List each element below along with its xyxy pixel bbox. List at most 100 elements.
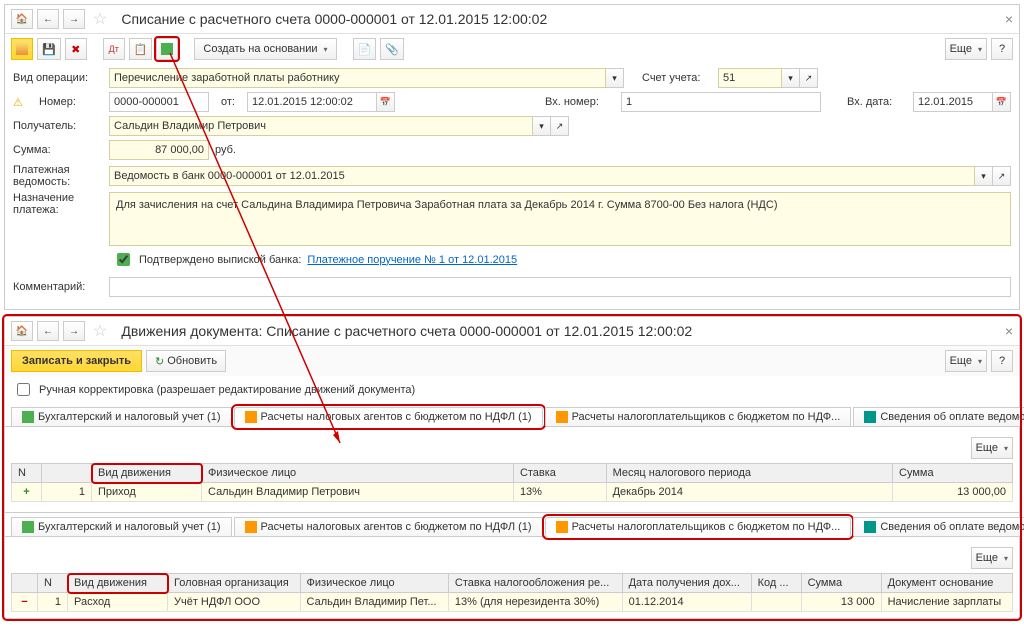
tab-ndfl-agents-2[interactable]: Расчеты налоговых агентов с бюджетом по …	[234, 517, 543, 536]
tab-icon	[556, 411, 568, 423]
tab-icon	[22, 411, 34, 423]
amount-label: Сумма:	[13, 144, 103, 156]
operation-input[interactable]: Перечисление заработной платы работнику	[109, 68, 606, 88]
in-number-label: Вх. номер:	[545, 96, 615, 108]
col-org[interactable]: Головная организация	[168, 574, 301, 593]
attach-button[interactable]: 📎	[380, 38, 404, 60]
account-dropdown[interactable]: ▾	[782, 68, 800, 88]
print-button[interactable]: 📄	[353, 38, 377, 60]
amount-input[interactable]: 87 000,00	[109, 140, 209, 160]
vedomost-input[interactable]: Ведомость в банк 0000-000001 от 12.01.20…	[109, 166, 975, 186]
back-button-2[interactable]: ←	[37, 321, 59, 341]
account-open[interactable]: ↗	[800, 68, 818, 88]
tabs-row-2: Бухгалтерский и налоговый учет (1) Расче…	[5, 512, 1019, 537]
table-row[interactable]: − 1 Расход Учёт НДФЛ ООО Сальдин Владими…	[12, 593, 1013, 612]
help-button[interactable]: ?	[991, 38, 1013, 60]
more-button[interactable]: Еще	[945, 38, 987, 60]
close-button-2[interactable]: ×	[1005, 323, 1013, 339]
table1-more[interactable]: Еще	[971, 437, 1013, 459]
account-label: Счет учета:	[642, 72, 712, 84]
col-n[interactable]: N	[12, 464, 42, 483]
favorite-icon[interactable]: ☆	[93, 9, 107, 29]
table-row[interactable]: + 1 Приход Сальдин Владимир Петрович 13%…	[12, 483, 1013, 502]
home-button-2[interactable]: 🏠	[11, 321, 33, 341]
operation-dropdown[interactable]: ▾	[606, 68, 624, 88]
col-sum[interactable]: Сумма	[801, 574, 881, 593]
tab-accounting[interactable]: Бухгалтерский и налоговый учет (1)	[11, 407, 232, 426]
col-doc[interactable]: Документ основание	[881, 574, 1012, 593]
manual-edit-row: Ручная корректировка (разрешает редактир…	[5, 376, 1019, 403]
window-title: Списание с расчетного счета 0000-000001 …	[121, 11, 1000, 27]
dt-kt-button[interactable]: Дт	[103, 38, 125, 60]
tab-payment-info-2[interactable]: Сведения об оплате ведомостей на выплату…	[853, 517, 1024, 536]
col-sum[interactable]: Сумма	[893, 464, 1013, 483]
form-body: Вид операции: Перечисление заработной пл…	[5, 64, 1019, 309]
vedomost-open[interactable]: ↗	[993, 166, 1011, 186]
purpose-textarea[interactable]: Для зачисления на счет Сальдина Владимир…	[109, 192, 1011, 246]
col-stavka[interactable]: Ставка налогообложения ре...	[448, 574, 622, 593]
table2-more[interactable]: Еще	[971, 547, 1013, 569]
cancel-post-button[interactable]: ✖	[65, 38, 87, 60]
manual-label: Ручная корректировка (разрешает редактир…	[39, 384, 415, 396]
tab-accounting-2[interactable]: Бухгалтерский и налоговый учет (1)	[11, 517, 232, 536]
favorite-icon-2[interactable]: ☆	[93, 321, 107, 341]
col-month[interactable]: Месяц налогового периода	[606, 464, 892, 483]
in-date-label: Вх. дата:	[847, 96, 907, 108]
table2-wrap: Еще N Вид движения Головная организация …	[5, 537, 1019, 618]
tab-ndfl-payers[interactable]: Расчеты налогоплательщиков с бюджетом по…	[545, 407, 852, 426]
back-button[interactable]: ←	[37, 9, 59, 29]
table1-wrap: Еще N Вид движения Физическое лицо Ставк…	[5, 427, 1019, 508]
currency-label: руб.	[215, 144, 236, 156]
help-button-2[interactable]: ?	[991, 350, 1013, 372]
recipient-open[interactable]: ↗	[551, 116, 569, 136]
post-button[interactable]	[11, 38, 33, 60]
col-n[interactable]: N	[38, 574, 68, 593]
home-button[interactable]: 🏠	[11, 9, 33, 29]
col-date[interactable]: Дата получения дох...	[622, 574, 751, 593]
save-close-button[interactable]: Записать и закрыть	[11, 350, 142, 372]
account-input[interactable]: 51	[718, 68, 782, 88]
vedomost-label: Платежная ведомость:	[13, 164, 103, 188]
more-button-2[interactable]: Еще	[945, 350, 987, 372]
col-vid[interactable]: Вид движения	[92, 464, 202, 483]
table-2: N Вид движения Головная организация Физи…	[11, 573, 1013, 612]
col-fiz[interactable]: Физическое лицо	[202, 464, 514, 483]
movements-button[interactable]	[156, 38, 178, 60]
main-toolbar: 💾 ✖ Дт 📋 Создать на основании 📄 📎 Еще ?	[5, 34, 1019, 64]
tab-payment-info[interactable]: Сведения об оплате ведомостей на выплату…	[853, 407, 1024, 426]
confirmed-label: Подтверждено выпиской банка:	[139, 254, 301, 266]
create-based-button[interactable]: Создать на основании	[194, 38, 336, 60]
confirmed-checkbox[interactable]	[117, 253, 130, 266]
date-input[interactable]: 12.01.2015 12:00:02	[247, 92, 377, 112]
in-date-input[interactable]: 12.01.2015	[913, 92, 993, 112]
forward-button[interactable]: →	[63, 9, 85, 29]
date-from-label: от:	[221, 96, 235, 108]
tab-icon	[864, 411, 876, 423]
recipient-dropdown[interactable]: ▾	[533, 116, 551, 136]
in-number-input[interactable]: 1	[621, 92, 821, 112]
manual-checkbox[interactable]	[17, 383, 30, 396]
col-kod[interactable]: Код ...	[751, 574, 801, 593]
tab-ndfl-agents[interactable]: Расчеты налоговых агентов с бюджетом по …	[234, 407, 543, 427]
comment-input[interactable]	[109, 277, 1011, 297]
payment-order-link[interactable]: Платежное поручение № 1 от 12.01.2015	[307, 254, 517, 266]
tab-ndfl-payers-2[interactable]: Расчеты налогоплательщиков с бюджетом по…	[545, 517, 852, 537]
row-sign: −	[12, 593, 38, 612]
close-button[interactable]: ×	[1005, 11, 1013, 27]
save-button[interactable]: 💾	[37, 38, 61, 60]
date-picker[interactable]: 📅	[377, 92, 395, 112]
number-input[interactable]: 0000-000001	[109, 92, 209, 112]
vedomost-dropdown[interactable]: ▾	[975, 166, 993, 186]
col-fiz[interactable]: Физическое лицо	[300, 574, 448, 593]
forward-button-2[interactable]: →	[63, 321, 85, 341]
warning-icon: ⚠	[13, 96, 33, 109]
main-document-window: 🏠 ← → ☆ Списание с расчетного счета 0000…	[4, 4, 1020, 310]
refresh-button[interactable]: ↻ Обновить	[146, 350, 226, 372]
in-date-picker[interactable]: 📅	[993, 92, 1011, 112]
titlebar: 🏠 ← → ☆ Списание с расчетного счета 0000…	[5, 5, 1019, 34]
recipient-input[interactable]: Сальдин Владимир Петрович	[109, 116, 533, 136]
structure-button[interactable]: 📋	[129, 38, 153, 60]
tab-icon	[864, 521, 876, 533]
col-vid[interactable]: Вид движения	[68, 574, 168, 593]
col-stavka[interactable]: Ставка	[513, 464, 606, 483]
